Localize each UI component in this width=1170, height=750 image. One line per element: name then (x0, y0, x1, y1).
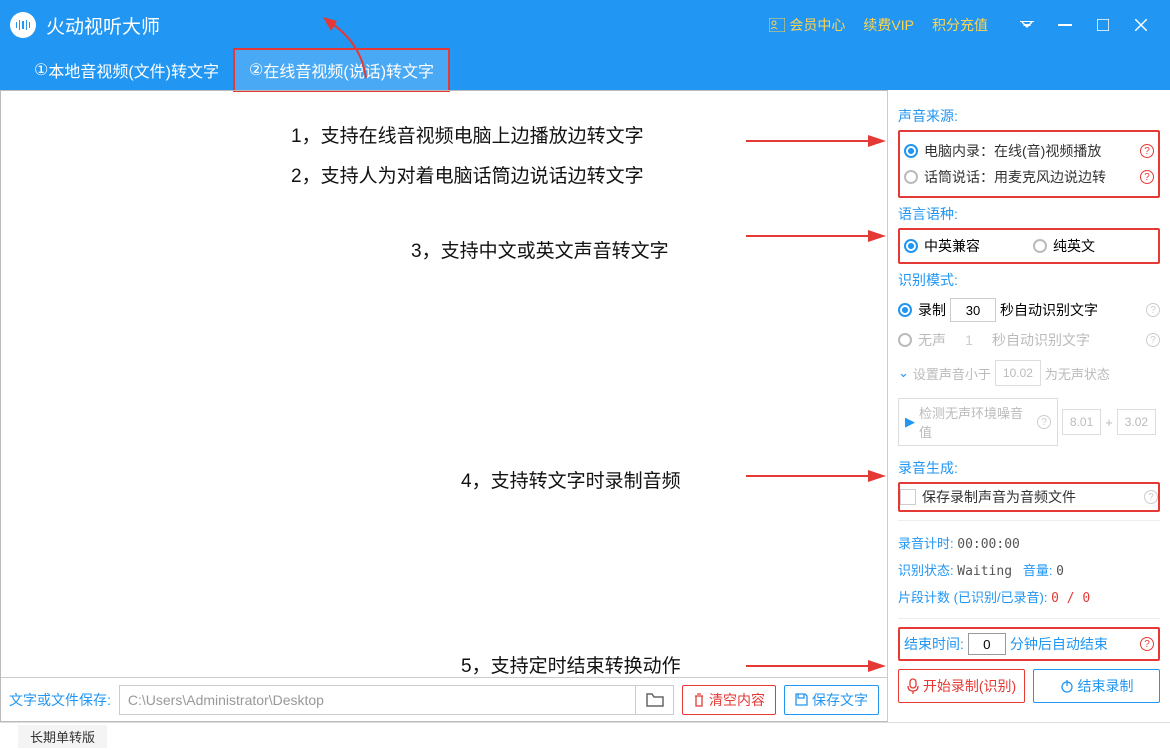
feature-4: 4，支持转文字时录制音频 (461, 466, 681, 493)
noise-detect-row: ▶ 检测无声环境噪音值 ? 8.01 + 3.02 (898, 398, 1160, 446)
trash-icon (693, 693, 705, 707)
feature-1: 1，支持在线音视频电脑上边播放边转文字 (291, 121, 644, 148)
feature-2: 2，支持人为对着电脑话筒边说话边转文字 (291, 161, 644, 188)
record-seconds-input[interactable] (950, 298, 996, 322)
radio-icon (1033, 239, 1047, 253)
end-time-row: 结束时间: 分钟后自动结束 ? (898, 627, 1160, 661)
help-icon[interactable]: ? (1140, 637, 1154, 651)
app-logo (10, 12, 36, 38)
play-icon: ▶ (905, 414, 915, 430)
radio-icon (898, 303, 912, 317)
timer-row: 录音计时: 00:00:00 (898, 529, 1160, 556)
minimize-button[interactable] (1046, 0, 1084, 50)
renew-vip-link[interactable]: 续费VIP (863, 15, 914, 35)
lang-title: 语言语种: (898, 204, 1160, 224)
feature-3: 3，支持中文或英文声音转文字 (411, 236, 669, 263)
chevron-down-icon: ⌄ (898, 365, 909, 381)
member-center-link[interactable]: 会员中心 (769, 15, 845, 35)
start-record-button[interactable]: 开始录制(识别) (898, 669, 1025, 703)
source-options: 电脑内录：在线(音)视频播放 ? 话筒说话：用麦克风边说边转 ? (898, 130, 1160, 198)
source-internal-radio[interactable]: 电脑内录：在线(音)视频播放 ? (904, 138, 1154, 164)
tab-num: ① (34, 60, 48, 80)
stop-record-button[interactable]: 结束录制 (1033, 669, 1160, 703)
save-audio-checkbox[interactable]: 保存录制声音为音频文件 ? (898, 482, 1160, 512)
help-icon[interactable]: ? (1140, 144, 1154, 158)
tab-label: 本地音视频(文件)转文字 (48, 58, 219, 82)
browse-folder-button[interactable] (636, 685, 674, 715)
save-icon (795, 693, 808, 706)
threshold-toggle[interactable]: ⌄ 设置声音小于 10.02 为无声状态 (898, 354, 1160, 392)
tabbar: ① 本地音视频(文件)转文字 ② 在线音视频(说话)转文字 (0, 50, 1170, 90)
detect-noise-button[interactable]: ▶ 检测无声环境噪音值 ? (898, 398, 1058, 446)
license-badge: 长期单转版 (18, 725, 107, 748)
recgen-title: 录音生成: (898, 458, 1160, 478)
mode-title: 识别模式: (898, 270, 1160, 290)
source-mic-radio[interactable]: 话筒说话：用麦克风边说边转 ? (904, 164, 1154, 190)
radio-icon (904, 144, 918, 158)
mode-silent-radio[interactable]: 无声 1 秒自动识别文字 ? (898, 326, 1160, 354)
maximize-button[interactable] (1084, 0, 1122, 50)
status-row: 识别状态: Waiting 音量: 0 (898, 556, 1160, 583)
help-icon[interactable]: ? (1146, 303, 1160, 317)
lang-en-radio[interactable]: 纯英文 (1033, 236, 1154, 256)
segment-row: 片段计数 (已识别/已录音): 0 / 0 (898, 583, 1160, 610)
titlebar: 火动视听大师 会员中心 续费VIP 积分充值 (0, 0, 1170, 50)
power-icon (1060, 679, 1074, 693)
save-label: 文字或文件保存: (9, 690, 111, 710)
help-icon[interactable]: ? (1146, 333, 1160, 347)
app-title: 火动视听大师 (46, 12, 160, 39)
noise-value-2: 3.02 (1117, 409, 1156, 435)
save-text-button[interactable]: 保存文字 (784, 685, 879, 715)
save-path-input[interactable]: C:\Users\Administrator\Desktop (119, 685, 636, 715)
feature-5: 5，支持定时结束转换动作 (461, 651, 681, 678)
mode-record-radio[interactable]: 录制 秒自动识别文字 ? (898, 294, 1160, 326)
clear-button[interactable]: 清空内容 (682, 685, 776, 715)
checkbox-icon (900, 489, 916, 505)
mic-icon (907, 678, 919, 694)
side-panel: 声音来源: 电脑内录：在线(音)视频播放 ? 话筒说话：用麦克风边说边转 ? 语… (888, 90, 1170, 722)
help-icon[interactable]: ? (1140, 170, 1154, 184)
radio-icon (904, 170, 918, 184)
end-minutes-input[interactable] (968, 633, 1006, 655)
points-recharge-link[interactable]: 积分充值 (932, 15, 988, 35)
help-icon[interactable]: ? (1037, 415, 1051, 429)
status-bar: 长期单转版 (0, 722, 1170, 750)
bottom-bar: 文字或文件保存: C:\Users\Administrator\Desktop … (1, 677, 887, 721)
radio-icon (904, 239, 918, 253)
source-title: 声音来源: (898, 106, 1160, 126)
tab-num: ② (249, 60, 263, 80)
close-button[interactable] (1122, 0, 1160, 50)
noise-value-1: 8.01 (1062, 409, 1101, 435)
radio-icon (898, 333, 912, 347)
lang-options: 中英兼容 纯英文 (898, 228, 1160, 264)
main-area: 1，支持在线音视频电脑上边播放边转文字 2，支持人为对着电脑话筒边说话边转文字 … (0, 90, 888, 722)
lang-cn-en-radio[interactable]: 中英兼容 (904, 236, 1025, 256)
help-icon[interactable]: ? (1144, 490, 1158, 504)
menu-button[interactable] (1008, 0, 1046, 50)
tab-local-file[interactable]: ① 本地音视频(文件)转文字 (20, 50, 233, 90)
